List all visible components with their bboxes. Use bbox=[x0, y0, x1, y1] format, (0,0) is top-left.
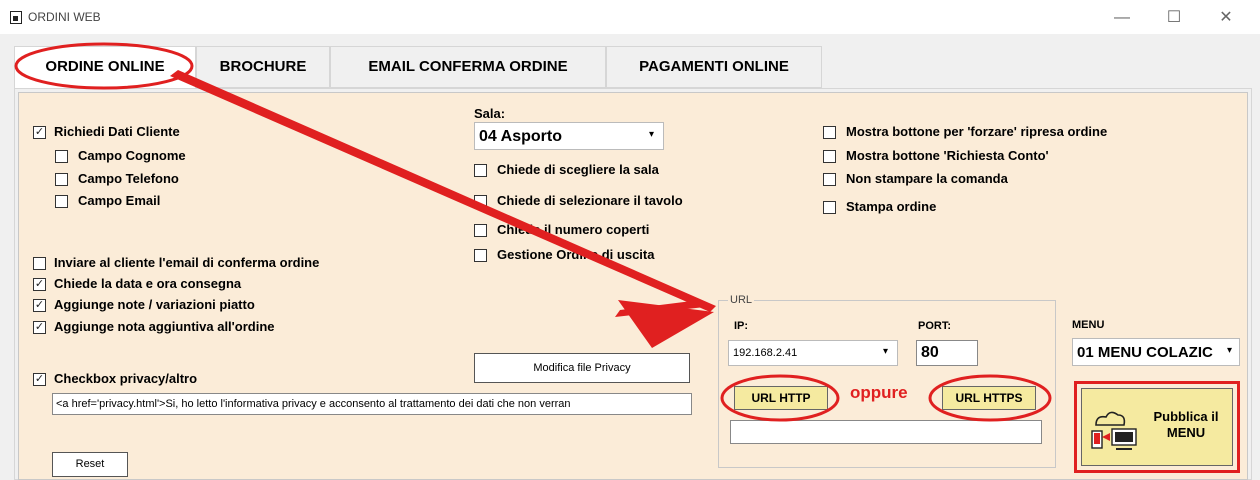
richiesta-conto-checkbox[interactable] bbox=[823, 150, 836, 163]
stampa-ordine-label: Stampa ordine bbox=[846, 199, 937, 214]
campo-email-checkbox[interactable] bbox=[55, 195, 68, 208]
coperti-label: Chiede il numero coperti bbox=[497, 222, 650, 237]
window-icon bbox=[10, 11, 22, 24]
coperti-checkbox[interactable] bbox=[474, 224, 487, 237]
port-value: 80 bbox=[921, 344, 939, 361]
nota-ordine-label: Aggiunge nota aggiuntiva all'ordine bbox=[54, 319, 275, 334]
checkmark-icon: ✓ bbox=[34, 126, 45, 138]
campo-cognome-label: Campo Cognome bbox=[78, 148, 186, 163]
checkmark-icon: ✓ bbox=[34, 321, 45, 333]
ordine-uscita-checkbox[interactable] bbox=[474, 249, 487, 262]
url-https-label: URL HTTPS bbox=[955, 391, 1023, 405]
sala-scelta-checkbox[interactable] bbox=[474, 164, 487, 177]
privacy-text-input[interactable]: <a href='privacy.html'>Si, ho letto l'in… bbox=[52, 393, 692, 415]
richiesta-conto-label: Mostra bottone 'Richiesta Conto' bbox=[846, 148, 1049, 163]
ip-value: 192.168.2.41 bbox=[733, 347, 798, 359]
dropdown-arrow-icon: ▾ bbox=[1227, 345, 1233, 356]
url-https-button[interactable]: URL HTTPS bbox=[942, 386, 1036, 410]
url-output-field[interactable] bbox=[730, 420, 1042, 444]
note-piatto-checkbox[interactable]: ✓ bbox=[33, 299, 46, 312]
forzare-ripresa-checkbox[interactable] bbox=[823, 126, 836, 139]
tab-label: BROCHURE bbox=[219, 58, 307, 75]
ordine-uscita-label: Gestione Ordine di uscita bbox=[497, 247, 655, 262]
privacy-text-value: <a href='privacy.html'>Si, ho letto l'in… bbox=[56, 398, 571, 410]
title-bar bbox=[0, 0, 1260, 34]
tavolo-label: Chiede di selezionare il tavolo bbox=[497, 193, 683, 208]
url-group-label: URL bbox=[728, 294, 755, 306]
checkmark-icon: ✓ bbox=[34, 373, 45, 385]
reset-button[interactable]: Reset bbox=[52, 452, 128, 477]
tab-label: ORDINE ONLINE bbox=[45, 58, 165, 75]
dropdown-arrow-icon: ▾ bbox=[883, 346, 889, 357]
forzare-ripresa-label: Mostra bottone per 'forzare' ripresa ord… bbox=[846, 124, 1108, 139]
tab-ordine-online[interactable]: ORDINE ONLINE bbox=[14, 46, 196, 90]
privacy-label: Checkbox privacy/altro bbox=[54, 371, 198, 386]
non-stampare-checkbox[interactable] bbox=[823, 173, 836, 186]
richiedi-dati-checkbox[interactable]: ✓ bbox=[33, 126, 46, 139]
tab-label: EMAIL CONFERMA ORDINE bbox=[368, 58, 568, 75]
tab-label: PAGAMENTI ONLINE bbox=[639, 58, 789, 75]
modifica-privacy-label: Modifica file Privacy bbox=[533, 362, 631, 374]
menu-select[interactable]: 01 MENU COLAZIC ▾ bbox=[1072, 338, 1240, 366]
checkmark-icon: ✓ bbox=[34, 299, 45, 311]
oppure-annotation: oppure bbox=[850, 383, 908, 402]
data-consegna-checkbox[interactable]: ✓ bbox=[33, 278, 46, 291]
tab-email-conferma[interactable]: EMAIL CONFERMA ORDINE bbox=[330, 46, 606, 88]
sala-select[interactable]: 04 Asporto ▾ bbox=[474, 122, 664, 150]
ip-label: IP: bbox=[734, 320, 749, 332]
campo-cognome-checkbox[interactable] bbox=[55, 150, 68, 163]
cloud-publish-icon bbox=[1091, 411, 1137, 450]
campo-email-label: Campo Email bbox=[78, 193, 161, 208]
menu-label: MENU bbox=[1072, 319, 1105, 331]
maximize-icon[interactable]: ☐ bbox=[1154, 6, 1194, 30]
note-piatto-label: Aggiunge note / variazioni piatto bbox=[54, 297, 255, 312]
url-http-button[interactable]: URL HTTP bbox=[734, 386, 828, 410]
modifica-privacy-button[interactable]: Modifica file Privacy bbox=[474, 353, 690, 383]
pubblica-menu-label: Pubblica il MENU bbox=[1153, 409, 1219, 440]
reset-label: Reset bbox=[75, 458, 105, 470]
menu-value: 01 MENU COLAZIC bbox=[1077, 344, 1213, 361]
sala-value: 04 Asporto bbox=[479, 128, 562, 145]
non-stampare-label: Non stampare la comanda bbox=[846, 171, 1008, 186]
stampa-ordine-checkbox[interactable] bbox=[823, 201, 836, 214]
port-label: PORT: bbox=[918, 320, 951, 332]
checkmark-icon: ✓ bbox=[34, 278, 45, 290]
invia-email-label: Inviare al cliente l'email di conferma o… bbox=[54, 255, 320, 270]
tab-pagamenti[interactable]: PAGAMENTI ONLINE bbox=[606, 46, 822, 88]
sala-scelta-label: Chiede di scegliere la sala bbox=[497, 162, 659, 177]
close-icon[interactable]: ✕ bbox=[1206, 6, 1246, 30]
minimize-icon[interactable]: — bbox=[1102, 6, 1142, 30]
window-title: ORDINI WEB bbox=[28, 10, 101, 24]
campo-telefono-checkbox[interactable] bbox=[55, 173, 68, 186]
invia-email-checkbox[interactable] bbox=[33, 257, 46, 270]
ip-select[interactable]: 192.168.2.41 ▾ bbox=[728, 340, 898, 366]
tab-brochure[interactable]: BROCHURE bbox=[196, 46, 330, 88]
data-consegna-label: Chiede la data e ora consegna bbox=[54, 276, 242, 291]
campo-telefono-label: Campo Telefono bbox=[78, 171, 179, 186]
sala-label: Sala: bbox=[474, 106, 506, 121]
richiedi-dati-label: Richiedi Dati Cliente bbox=[54, 124, 180, 139]
nota-ordine-checkbox[interactable]: ✓ bbox=[33, 321, 46, 334]
dropdown-arrow-icon: ▾ bbox=[649, 129, 655, 140]
url-http-label: URL HTTP bbox=[751, 391, 811, 405]
privacy-checkbox[interactable]: ✓ bbox=[33, 373, 46, 386]
port-input[interactable]: 80 bbox=[916, 340, 978, 366]
tavolo-checkbox[interactable] bbox=[474, 195, 487, 208]
pubblica-menu-button[interactable]: Pubblica il MENU bbox=[1081, 388, 1233, 466]
